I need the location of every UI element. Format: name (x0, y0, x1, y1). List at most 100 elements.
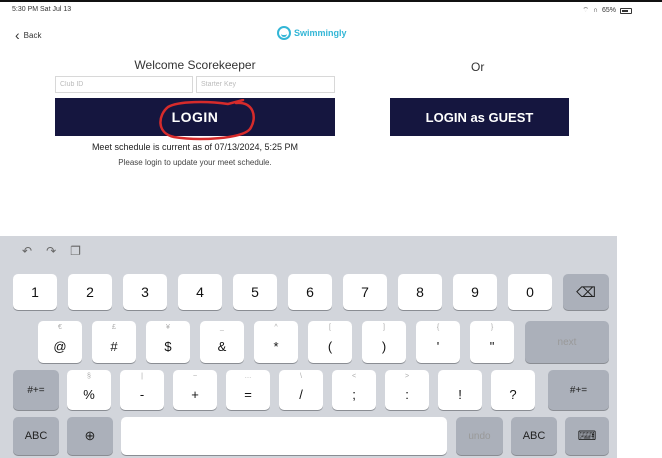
key-paren-open[interactable]: [( (308, 321, 352, 363)
key-plus[interactable]: ~ + (173, 370, 217, 410)
key-1[interactable]: 1 (13, 274, 57, 310)
hide-keyboard-key[interactable]: ⌨ (565, 417, 609, 455)
chevron-left-icon: ‹ (15, 27, 20, 43)
key-char: ? (509, 386, 517, 402)
key-char: / (299, 386, 303, 402)
key-equals[interactable]: … = (226, 370, 270, 410)
globe-key[interactable]: ⊕ (67, 417, 113, 455)
key-char: = (244, 386, 252, 402)
redo-arrow-icon[interactable]: ↷ (46, 244, 56, 258)
key-semicolon[interactable]: <; (332, 370, 376, 410)
key-alt-char: < (351, 373, 357, 380)
schedule-hint-text: Please login to update your meet schedul… (118, 158, 272, 167)
key-char: " (489, 338, 495, 354)
backspace-icon: ⌫ (576, 283, 596, 300)
globe-icon: ⊕ (84, 428, 96, 443)
key-dollar[interactable]: ¥ $ (146, 321, 190, 363)
paste-clipboard-icon[interactable]: ❐ (70, 244, 81, 258)
key-2[interactable]: 2 (68, 274, 112, 310)
key-alt-char: ] (383, 324, 385, 331)
club-id-input[interactable] (55, 76, 193, 93)
swimmingly-logo-icon (277, 26, 291, 40)
key-9[interactable]: 9 (453, 274, 497, 310)
schedule-status-text: Meet schedule is current as of 07/13/202… (91, 142, 299, 152)
or-label: Or (471, 60, 485, 74)
status-time: 5:30 PM Sat Jul 13 (12, 6, 72, 13)
key-alt-char: | (141, 373, 143, 380)
wifi-icon: ⌔ (582, 7, 589, 14)
status-bar: 5:30 PM Sat Jul 13 ⌔ ∩ 65% (0, 0, 662, 22)
key-alt-char: [ (329, 324, 331, 331)
key-char: # (110, 338, 118, 354)
key-3[interactable]: 3 (123, 274, 167, 310)
key-minus[interactable]: | - (120, 370, 164, 410)
key-alt-char: _ (220, 324, 224, 331)
key-alt-char: ^ (274, 324, 278, 331)
brand-header: Swimmingly (277, 26, 347, 40)
abc-key-right[interactable]: ABC (511, 417, 557, 455)
key-percent[interactable]: §% (67, 370, 111, 410)
backspace-key[interactable]: ⌫ (563, 274, 609, 310)
key-char: + (191, 386, 199, 402)
key-6[interactable]: 6 (288, 274, 332, 310)
key-alt-char: \ (300, 373, 302, 380)
key-quote[interactable]: } " (470, 321, 514, 363)
key-colon[interactable]: >: (385, 370, 429, 410)
key-alt-char: { (436, 324, 440, 331)
battery-percent: 65% (601, 7, 616, 14)
next-key[interactable]: next (525, 321, 609, 363)
key-alt-char: ¥ (166, 324, 170, 331)
welcome-title: Welcome Scorekeeper (134, 58, 256, 72)
undo-key[interactable]: undo (456, 417, 503, 455)
key-char: ( (327, 338, 333, 354)
symbols-key-left[interactable]: #+= (13, 370, 59, 410)
abc-key-left[interactable]: ABC (13, 417, 59, 455)
back-button[interactable]: ‹ Back (15, 27, 42, 43)
key-alt-char: ~ (192, 373, 198, 380)
key-char: $ (164, 338, 172, 354)
key-paren-close[interactable]: ]) (362, 321, 406, 363)
onscreen-keyboard: ↶ ↷ ❐ 1 2 3 4 5 6 7 8 9 0 ⌫ € @ £ # ¥ $ _ & … (0, 236, 617, 458)
key-at[interactable]: € @ (38, 321, 82, 363)
undo-arrow-icon[interactable]: ↶ (22, 244, 32, 258)
brand-name: Swimmingly (294, 28, 347, 38)
key-5[interactable]: 5 (233, 274, 277, 310)
keyboard-icon: ⌨ (577, 428, 597, 443)
key-char: ) (381, 338, 387, 354)
key-slash[interactable]: \ / (279, 370, 323, 410)
red-circle-annotation (159, 99, 255, 141)
key-char: : (405, 386, 409, 402)
key-7[interactable]: 7 (343, 274, 387, 310)
key-apostrophe[interactable]: {' (416, 321, 460, 363)
key-question[interactable]: ? (491, 370, 535, 410)
keyboard-toolbar: ↶ ↷ ❐ (22, 244, 81, 258)
key-alt-char: } (490, 324, 494, 331)
key-4[interactable]: 4 (178, 274, 222, 310)
login-guest-button[interactable]: LOGIN as GUEST (390, 98, 569, 136)
key-char: & (217, 338, 227, 354)
status-indicators: ⌔ ∩ 65% (582, 6, 632, 15)
key-char: ' (436, 338, 440, 354)
key-char: ! (458, 386, 462, 402)
starter-key-input[interactable] (196, 76, 335, 93)
key-alt-char: £ (112, 324, 116, 331)
space-bar[interactable] (121, 417, 447, 455)
battery-icon (620, 7, 632, 14)
headphones-icon: ∩ (592, 7, 598, 14)
key-char: * (273, 338, 279, 354)
key-char: % (83, 386, 95, 402)
key-8[interactable]: 8 (398, 274, 442, 310)
key-asterisk[interactable]: ^ * (254, 321, 298, 363)
key-alt-char: … (244, 373, 252, 380)
key-0[interactable]: 0 (508, 274, 552, 310)
back-label: Back (23, 30, 42, 40)
key-alt-char: € (58, 324, 62, 331)
key-alt-char: > (404, 373, 410, 380)
key-exclamation[interactable]: ! (438, 370, 482, 410)
key-char: @ (53, 338, 67, 354)
key-char: ; (352, 386, 356, 402)
key-hash[interactable]: £ # (92, 321, 136, 363)
symbols-key-right[interactable]: #+= (548, 370, 609, 410)
key-ampersand[interactable]: _ & (200, 321, 244, 363)
key-char: - (139, 386, 145, 402)
